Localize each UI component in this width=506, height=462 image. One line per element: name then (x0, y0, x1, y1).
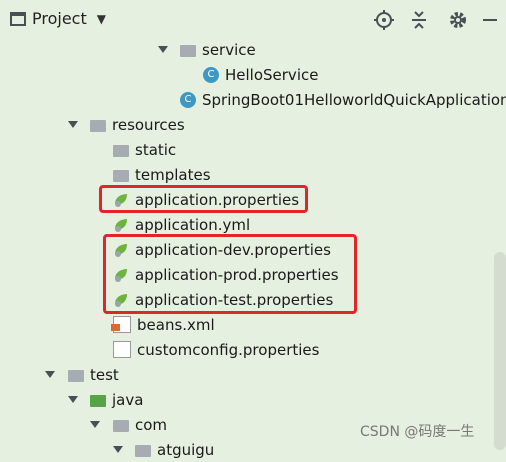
tree-item-templates[interactable]: templates (113, 162, 211, 187)
tree-item-label: service (202, 40, 256, 59)
project-selector[interactable]: Project ▼ (10, 9, 106, 28)
tree-item-beans-xml[interactable]: beans.xml (111, 312, 215, 337)
project-view-icon (10, 11, 26, 26)
dropdown-caret-icon: ▼ (96, 11, 106, 26)
tree-item-helloservice[interactable]: C HelloService (203, 62, 318, 87)
tree-item-customconfig[interactable]: customconfig.properties (113, 337, 319, 362)
tree-item-label: static (135, 140, 177, 159)
locate-icon[interactable] (374, 10, 394, 30)
tree-item-service[interactable]: service (180, 37, 256, 62)
collapse-icon[interactable] (409, 10, 429, 30)
tree-item-label: beans.xml (137, 315, 215, 334)
xml-file-icon (111, 316, 131, 333)
expand-arrow-icon[interactable] (68, 396, 78, 403)
project-title: Project (32, 9, 87, 28)
folder-icon (68, 369, 84, 382)
tree-item-label: HelloService (225, 65, 319, 84)
tree-item-resources[interactable]: resources (90, 112, 185, 137)
expand-arrow-icon[interactable] (45, 371, 55, 378)
properties-file-icon (113, 341, 131, 358)
tree-item-label: java (112, 390, 144, 409)
tree-item-label: com (135, 415, 168, 434)
vertical-scrollbar[interactable] (494, 252, 506, 450)
tree-item-label: application.yml (135, 215, 251, 234)
tree-item-application-class[interactable]: C SpringBoot01HelloworldQuickApplication (180, 87, 506, 112)
spring-yml-icon (115, 218, 127, 232)
tree-item-test[interactable]: test (68, 362, 119, 387)
tree-item-label: SpringBoot01HelloworldQuickApplication (202, 90, 506, 109)
tree-item-label: resources (112, 115, 185, 134)
tree-item-label: customconfig.properties (137, 340, 320, 359)
expand-arrow-icon[interactable] (158, 46, 168, 53)
package-folder-icon (135, 444, 151, 457)
minimize-icon[interactable] (480, 10, 500, 30)
folder-icon (113, 169, 129, 182)
highlight-box-profile-properties (103, 234, 357, 314)
highlight-box-application-properties (99, 185, 308, 213)
gear-icon[interactable] (448, 10, 468, 30)
tree-item-label: test (90, 365, 119, 384)
tree-item-label: templates (135, 165, 211, 184)
folder-icon (113, 144, 129, 157)
package-folder-icon (180, 44, 196, 57)
spring-boot-class-icon: C (180, 91, 196, 108)
resources-folder-icon (90, 119, 106, 132)
project-toolbar: Project ▼ (0, 0, 506, 40)
tree-item-java[interactable]: java (90, 387, 143, 412)
expand-arrow-icon[interactable] (68, 121, 78, 128)
expand-arrow-icon[interactable] (90, 421, 100, 428)
tree-item-com[interactable]: com (113, 412, 167, 437)
java-class-icon: C (203, 66, 219, 83)
package-folder-icon (113, 419, 129, 432)
tree-item-static[interactable]: static (113, 137, 176, 162)
watermark: CSDN @码度一生 (360, 424, 475, 440)
test-sources-folder-icon (90, 394, 106, 407)
